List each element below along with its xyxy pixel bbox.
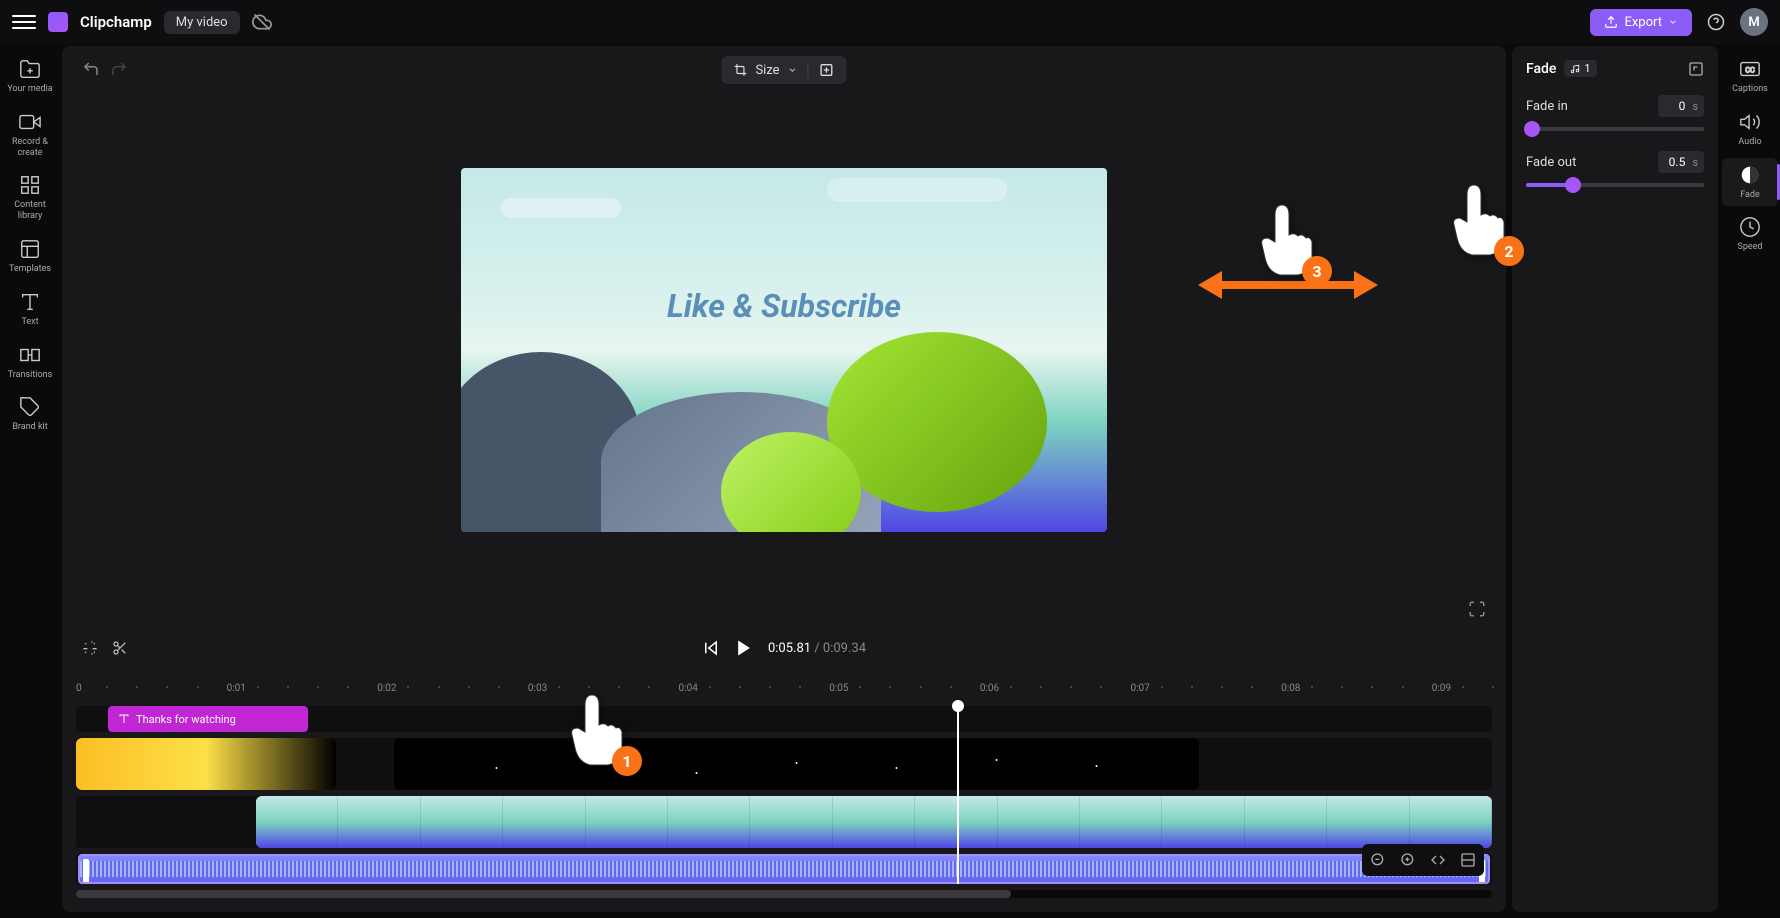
- fade-out-label: Fade out: [1526, 155, 1576, 170]
- nav-record-create[interactable]: Record & create: [2, 105, 58, 165]
- audio-waveform: [80, 861, 1488, 877]
- svg-text:CC: CC: [1745, 66, 1755, 75]
- fade-out-slider-thumb[interactable]: [1565, 177, 1581, 193]
- timecode: 0:05.81 / 0:09.34: [768, 641, 866, 656]
- timeline-scrollbar[interactable]: [76, 890, 1492, 898]
- brand-kit-icon: [19, 396, 41, 418]
- export-label: Export: [1624, 15, 1662, 30]
- fade-in-label: Fade in: [1526, 99, 1568, 114]
- help-button[interactable]: [1704, 10, 1728, 34]
- fade-in-input[interactable]: 0s: [1658, 95, 1704, 117]
- play-button[interactable]: [734, 638, 754, 658]
- cloud-off-icon[interactable]: [252, 12, 272, 32]
- nav-templates[interactable]: Templates: [2, 232, 58, 281]
- user-avatar[interactable]: M: [1740, 8, 1768, 36]
- preview-canvas[interactable]: Like & Subscribe: [461, 168, 1107, 532]
- rnav-fade[interactable]: Fade: [1722, 158, 1778, 207]
- overlay-clip-1[interactable]: [76, 738, 336, 790]
- fade-in-slider[interactable]: [1526, 127, 1704, 131]
- brand-name: Clipchamp: [80, 13, 152, 31]
- expand-tracks-button[interactable]: [1456, 848, 1480, 872]
- nav-your-media[interactable]: Your media: [2, 52, 58, 101]
- chevron-down-icon: [788, 65, 798, 75]
- redo-button[interactable]: [110, 60, 128, 78]
- panel-badge: 1: [1564, 60, 1596, 77]
- magic-tool[interactable]: [82, 640, 98, 656]
- overlay-track[interactable]: [76, 738, 1492, 790]
- fit-button[interactable]: [1426, 848, 1450, 872]
- undo-button[interactable]: [82, 60, 100, 78]
- timeline-ruler[interactable]: 00:010:020:030:040:050:060:070:080:09: [76, 676, 1492, 700]
- skip-back-button[interactable]: [702, 639, 720, 657]
- templates-icon: [19, 238, 41, 260]
- audio-trim-left[interactable]: [83, 859, 89, 883]
- folder-icon: [19, 58, 41, 80]
- audio-track[interactable]: [76, 854, 1492, 884]
- preview-text: Like & Subscribe: [667, 287, 901, 325]
- playhead[interactable]: [957, 706, 959, 884]
- zoom-out-button[interactable]: [1366, 848, 1390, 872]
- zoom-in-button[interactable]: [1396, 848, 1420, 872]
- video-track[interactable]: [76, 796, 1492, 848]
- audio-clip[interactable]: [78, 854, 1490, 884]
- fullscreen-button[interactable]: [1468, 600, 1486, 618]
- text-track[interactable]: Thanks for watching: [76, 706, 1492, 732]
- overlay-clip-2[interactable]: [394, 738, 1199, 790]
- text-clip[interactable]: Thanks for watching: [108, 706, 308, 732]
- fade-in-slider-thumb[interactable]: [1524, 121, 1540, 137]
- rnav-captions[interactable]: CC Captions: [1722, 52, 1778, 101]
- video-clip[interactable]: [256, 796, 1492, 848]
- fade-out-input[interactable]: 0.5s: [1658, 151, 1704, 173]
- size-dropdown[interactable]: Size: [721, 56, 846, 84]
- rnav-speed[interactable]: Speed: [1722, 210, 1778, 259]
- speaker-icon: [1739, 111, 1761, 133]
- text-icon: [19, 291, 41, 313]
- panel-title: Fade: [1526, 61, 1556, 77]
- camera-icon: [19, 111, 41, 133]
- chevron-down-icon: [1668, 17, 1678, 27]
- nav-transitions[interactable]: Transitions: [2, 338, 58, 387]
- crop-icon: [733, 63, 747, 77]
- library-icon: [19, 174, 41, 196]
- nav-brand-kit[interactable]: Brand kit: [2, 390, 58, 439]
- scissors-tool[interactable]: [112, 640, 128, 656]
- text-icon: [118, 713, 130, 725]
- fade-out-slider[interactable]: [1526, 183, 1704, 187]
- export-button[interactable]: Export: [1590, 9, 1692, 36]
- app-logo: [48, 12, 68, 32]
- hamburger-menu[interactable]: [12, 10, 36, 34]
- panel-expand-button[interactable]: [1688, 61, 1704, 77]
- captions-icon: CC: [1739, 58, 1761, 80]
- music-note-icon: [1570, 64, 1580, 74]
- nav-text[interactable]: Text: [2, 285, 58, 334]
- transitions-icon: [19, 344, 41, 366]
- sparkle-icon[interactable]: [819, 62, 835, 78]
- speed-icon: [1739, 216, 1761, 238]
- fade-icon: [1739, 164, 1761, 186]
- project-name[interactable]: My video: [164, 11, 240, 34]
- nav-content-library[interactable]: Content library: [2, 168, 58, 228]
- rnav-audio[interactable]: Audio: [1722, 105, 1778, 154]
